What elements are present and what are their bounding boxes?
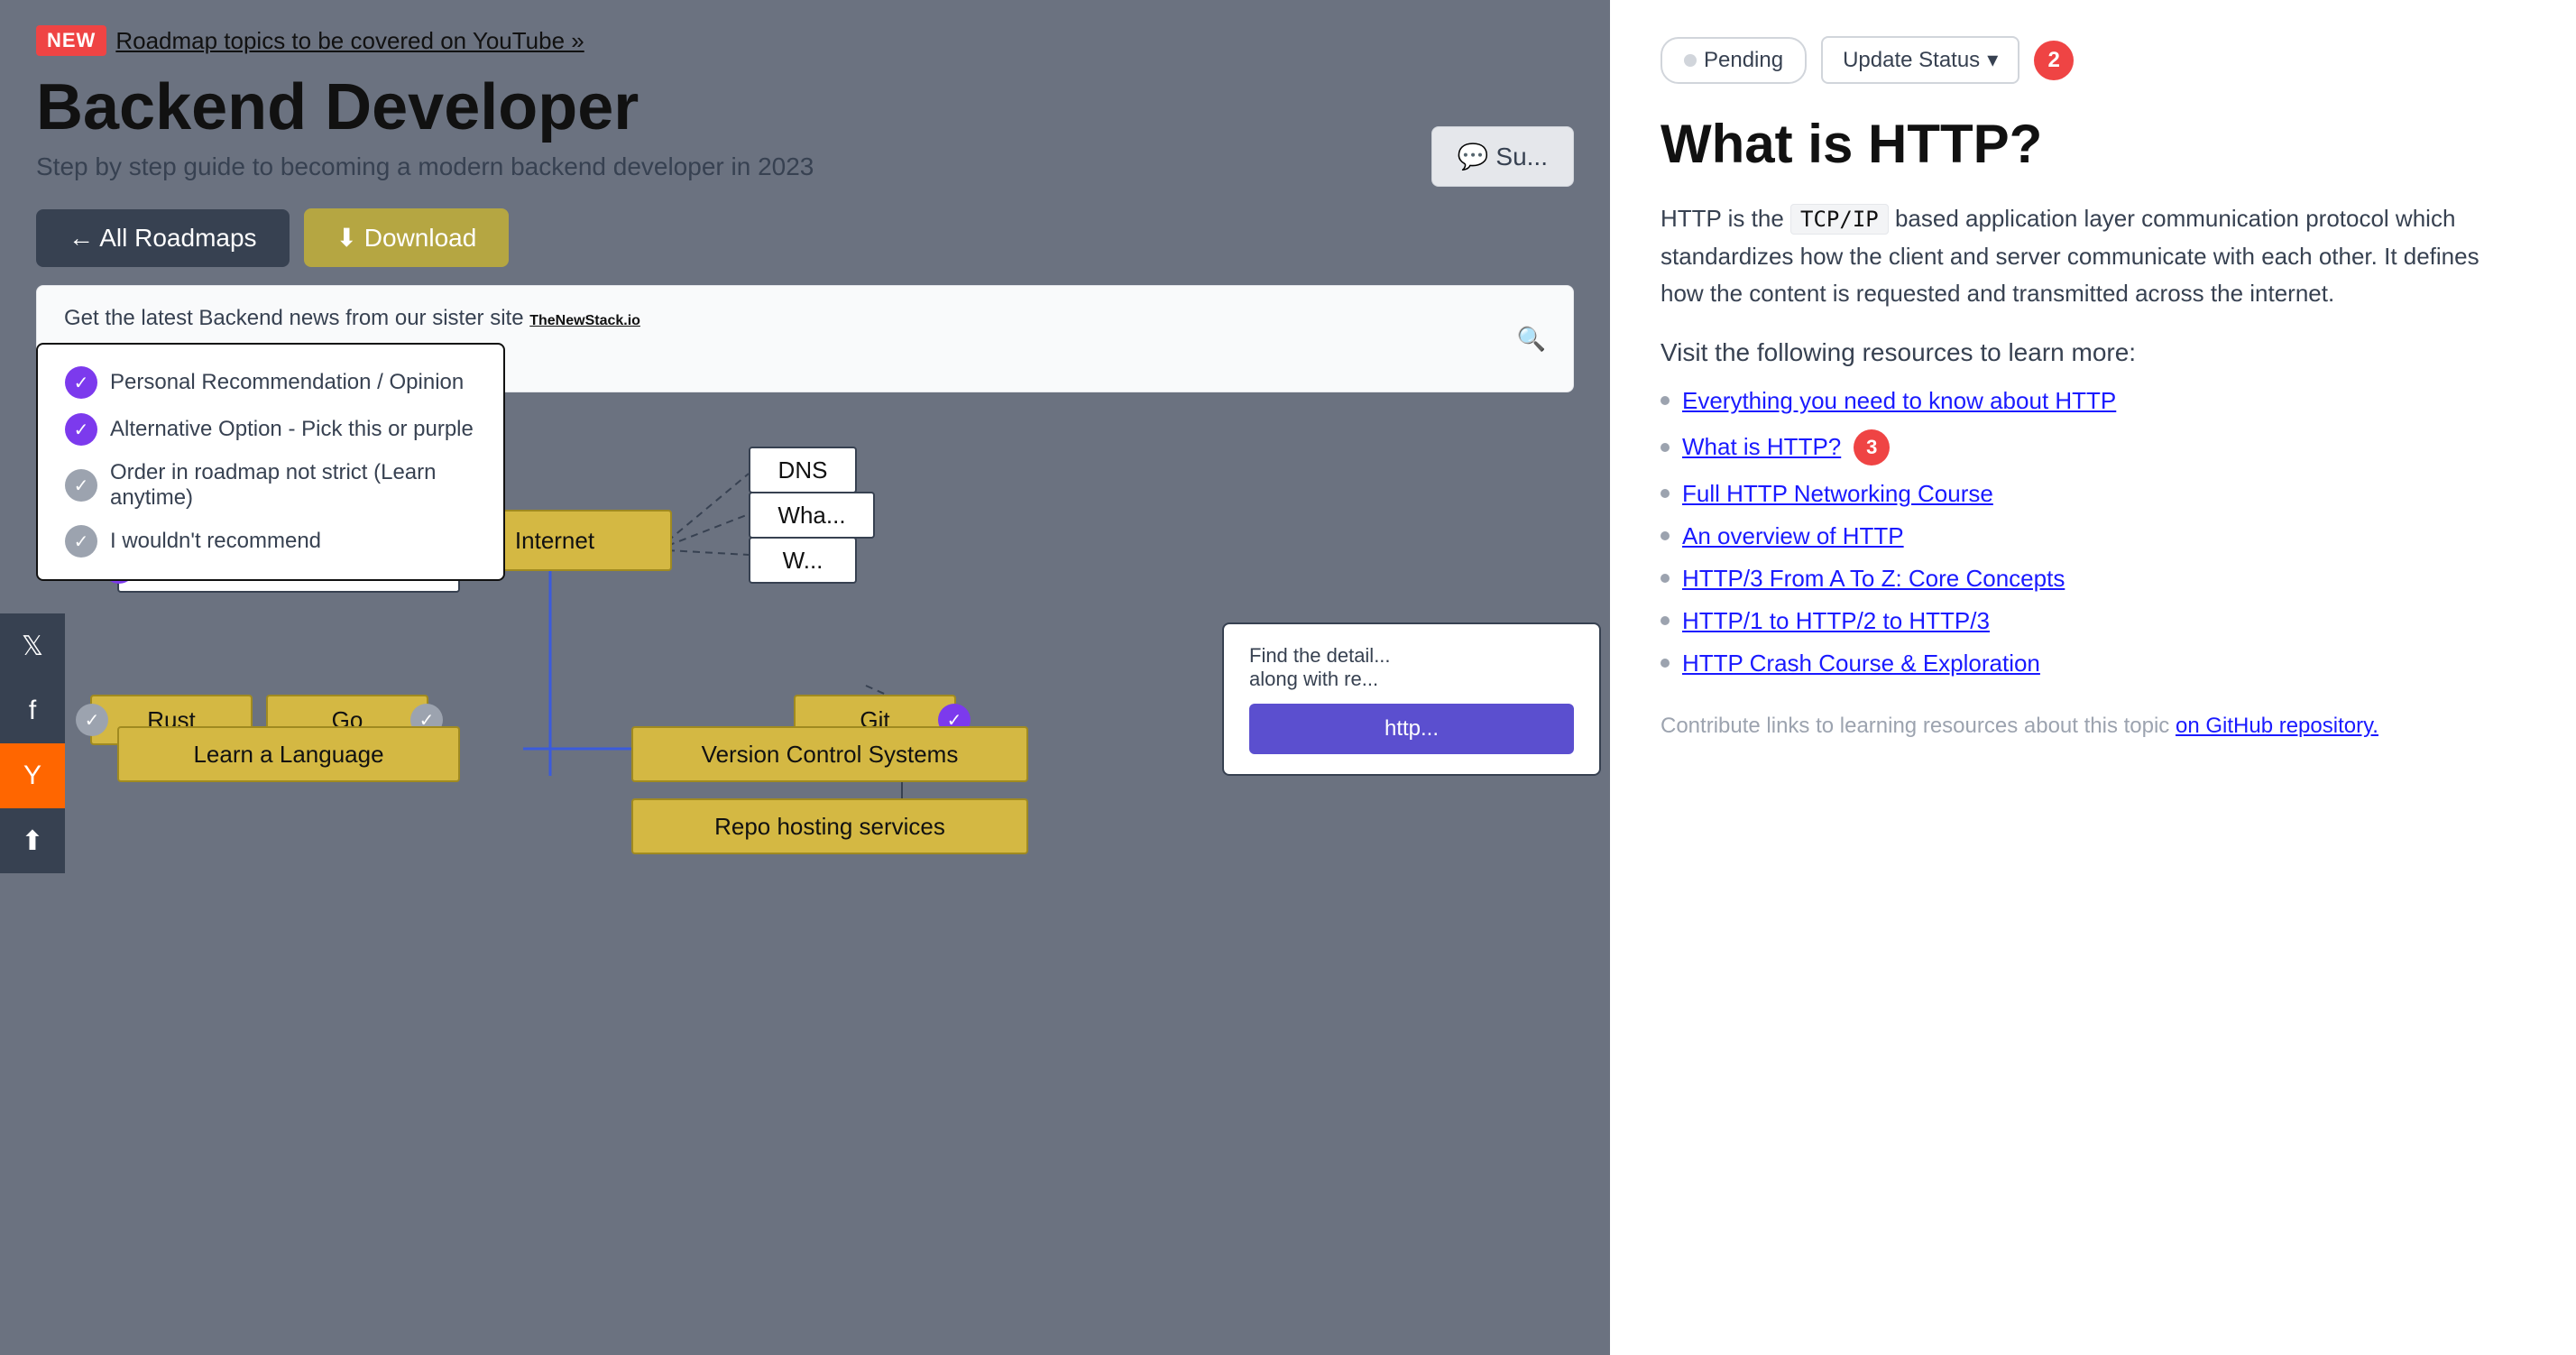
resource-dot-7 [1661,659,1670,668]
info-box: Find the detail...along with re... http.… [1222,622,1601,776]
update-status-button[interactable]: Update Status ▾ [1821,36,2019,84]
list-item: Full HTTP Networking Course [1661,480,2525,508]
ycombinator-icon[interactable]: Y [0,743,65,808]
node-repo[interactable]: Repo hosting services [631,798,1028,854]
legend-gray-icon-3: ✓ [65,469,97,502]
btn-row: ← All Roadmaps ⬇ Download [36,208,1574,267]
facebook-icon[interactable]: f [0,678,65,743]
page-title: Backend Developer [36,72,1574,143]
twitter-icon[interactable]: 𝕏 [0,613,65,678]
contribute-section: Contribute links to learning resources a… [1661,714,2525,739]
news-site-link[interactable]: TheNewStack.io [529,313,640,328]
legend-item-2: ✓ Alternative Option - Pick this or purp… [65,413,476,446]
reddit-icon[interactable]: ⬆ [0,808,65,873]
node-vcs-label: Version Control Systems [702,741,959,769]
github-repo-link[interactable]: on GitHub repository. [2176,714,2378,738]
list-item: An overview of HTTP [1661,522,2525,550]
resources-intro: Visit the following resources to learn m… [1661,338,2525,367]
legend-label-4: I wouldn't recommend [110,529,321,554]
node-w2[interactable]: W... [749,537,857,584]
resource-dot-4 [1661,531,1670,540]
legend-label-2: Alternative Option - Pick this or purple [110,417,474,442]
left-panel: NEW Roadmap topics to be covered on YouT… [0,0,1610,1355]
update-status-label: Update Status [1843,48,1980,73]
social-icons: 𝕏 f Y ⬆ [0,613,65,873]
node-dns[interactable]: DNS [749,447,857,493]
legend-gray-icon-4: ✓ [65,525,97,558]
list-item: What is HTTP? 3 [1661,429,2525,465]
resource-list: Everything you need to know about HTTP W… [1661,387,2525,678]
all-roadmaps-button[interactable]: ← All Roadmaps [36,209,290,267]
node-internet-label: Internet [515,527,594,555]
pending-button[interactable]: Pending [1661,37,1807,84]
new-badge-row: NEW Roadmap topics to be covered on YouT… [36,25,1574,56]
node-what-domain-label: Wha... [777,502,845,530]
resource-dot-1 [1661,396,1670,405]
node-w2-label: W... [783,547,823,575]
info-box-text: Find the detail...along with re... [1249,644,1574,691]
legend-purple-icon-1: ✓ [65,366,97,399]
chevron-down-icon: ▾ [1987,47,1998,73]
list-item: HTTP Crash Course & Exploration [1661,650,2525,678]
resource-link-1[interactable]: Everything you need to know about HTTP [1682,387,2116,415]
resource-dot-6 [1661,616,1670,625]
node-what-domain[interactable]: Wha... [749,492,875,539]
contribute-text-label: Contribute links to learning resources a… [1661,714,2176,738]
legend-item-4: ✓ I wouldn't recommend [65,525,476,558]
suggest-button[interactable]: 💬 Su... [1431,126,1574,187]
panel-title: What is HTTP? [1661,113,2525,175]
panel-description: HTTP is the TCP/IP based application lay… [1661,200,2525,313]
list-item: Everything you need to know about HTTP [1661,387,2525,415]
resource-link-3[interactable]: Full HTTP Networking Course [1682,480,1993,508]
legend-label-3: Order in roadmap not strict (Learn anyti… [110,460,476,511]
resource-link-4[interactable]: An overview of HTTP [1682,522,1904,550]
checkmark-rust: ✓ [76,704,108,736]
badge-3: 3 [1854,429,1890,465]
news-bar-text: Get the latest Backend news from our sis… [64,306,529,330]
list-item: HTTP/1 to HTTP/2 to HTTP/3 [1661,607,2525,635]
list-item: HTTP/3 From A To Z: Core Concepts [1661,565,2525,593]
legend-item-1: ✓ Personal Recommendation / Opinion [65,366,476,399]
node-dns-label: DNS [778,456,828,484]
resource-dot-3 [1661,489,1670,498]
new-badge: NEW [36,25,106,56]
page-subtitle: Step by step guide to becoming a modern … [36,152,1574,181]
resource-link-7[interactable]: HTTP Crash Course & Exploration [1682,650,2040,678]
desc-part-1: HTTP is the [1661,205,1790,232]
resource-link-6[interactable]: HTTP/1 to HTTP/2 to HTTP/3 [1682,607,1990,635]
news-bar-content: Get the latest Backend news from our sis… [64,306,1546,331]
tcp-ip-code: TCP/IP [1790,204,1889,235]
top-bar: NEW Roadmap topics to be covered on YouT… [0,0,1610,285]
resource-dot-5 [1661,574,1670,583]
legend-purple-icon-2: ✓ [65,413,97,446]
badge-2: 2 [2034,41,2074,80]
legend-label-1: Personal Recommendation / Opinion [110,370,464,395]
node-learn-language-label: Learn a Language [193,741,383,769]
node-vcs[interactable]: Version Control Systems [631,726,1028,782]
node-repo-label: Repo hosting services [714,813,945,841]
pending-label: Pending [1704,48,1783,73]
legend-item-3: ✓ Order in roadmap not strict (Learn any… [65,460,476,511]
info-box-button[interactable]: http... [1249,704,1574,754]
resource-dot-2 [1661,443,1670,452]
right-panel: Pending Update Status ▾ 2 What is HTTP? … [1610,0,2576,1355]
download-button[interactable]: ⬇ Download [304,208,510,267]
search-icon: 🔍 [1517,325,1546,353]
roadmap-youtube-link[interactable]: Roadmap topics to be covered on YouTube … [115,27,584,55]
node-learn-language[interactable]: Learn a Language [117,726,460,782]
resource-link-2[interactable]: What is HTTP? [1682,433,1841,461]
legend-box: ✓ Personal Recommendation / Opinion ✓ Al… [36,343,505,581]
resource-link-5[interactable]: HTTP/3 From A To Z: Core Concepts [1682,565,2065,593]
status-dot [1684,54,1697,67]
status-row: Pending Update Status ▾ 2 [1661,36,2525,84]
